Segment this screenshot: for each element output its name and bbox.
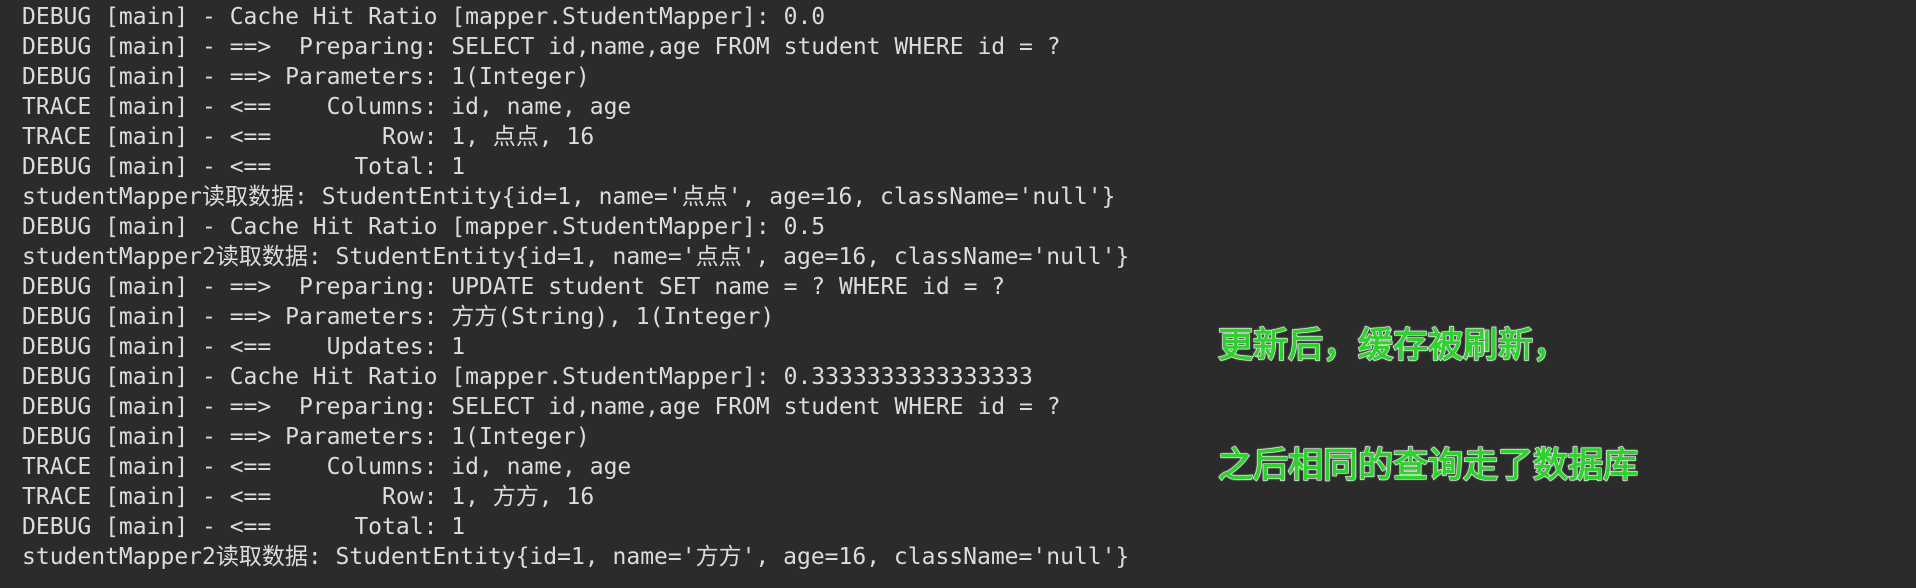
- log-line: DEBUG [main] - <== Total: 1: [22, 154, 466, 180]
- log-line: TRACE [main] - <== Row: 1, 方方, 16: [22, 484, 595, 510]
- annotation-line-1: 更新后，缓存被刷新，: [1217, 326, 1569, 367]
- log-line: DEBUG [main] - <== Total: 1: [22, 514, 466, 540]
- annotation-callout: 更新后，缓存被刷新， 之后相同的查询走了数据库: [1217, 246, 1639, 566]
- annotation-line-2: 之后相同的查询走了数据库: [1217, 446, 1639, 487]
- log-line: DEBUG [main] - ==> Preparing: SELECT id,…: [22, 34, 1061, 60]
- log-line: studentMapper2读取数据: StudentEntity{id=1, …: [22, 244, 1130, 270]
- log-line: DEBUG [main] - ==> Preparing: SELECT id,…: [22, 394, 1061, 420]
- console-output: DEBUG [main] - Cache Hit Ratio [mapper.S…: [0, 0, 1916, 588]
- log-line: DEBUG [main] - Cache Hit Ratio [mapper.S…: [22, 214, 826, 240]
- log-lines: DEBUG [main] - Cache Hit Ratio [mapper.S…: [22, 2, 1129, 572]
- log-line: TRACE [main] - <== Row: 1, 点点, 16: [22, 124, 595, 150]
- log-line: TRACE [main] - <== Columns: id, name, ag…: [22, 454, 632, 480]
- log-line: DEBUG [main] - <== Updates: 1: [22, 334, 466, 360]
- log-line: DEBUG [main] - ==> Parameters: 1(Integer…: [22, 64, 590, 90]
- log-line: DEBUG [main] - Cache Hit Ratio [mapper.S…: [22, 4, 826, 30]
- log-line: DEBUG [main] - ==> Parameters: 方方(String…: [22, 304, 775, 330]
- log-line: DEBUG [main] - ==> Preparing: UPDATE stu…: [22, 274, 1006, 300]
- log-line: DEBUG [main] - ==> Parameters: 1(Integer…: [22, 424, 590, 450]
- log-line: studentMapper读取数据: StudentEntity{id=1, n…: [22, 184, 1116, 210]
- log-line: TRACE [main] - <== Columns: id, name, ag…: [22, 94, 632, 120]
- log-line: studentMapper2读取数据: StudentEntity{id=1, …: [22, 544, 1130, 570]
- log-line: DEBUG [main] - Cache Hit Ratio [mapper.S…: [22, 364, 1033, 390]
